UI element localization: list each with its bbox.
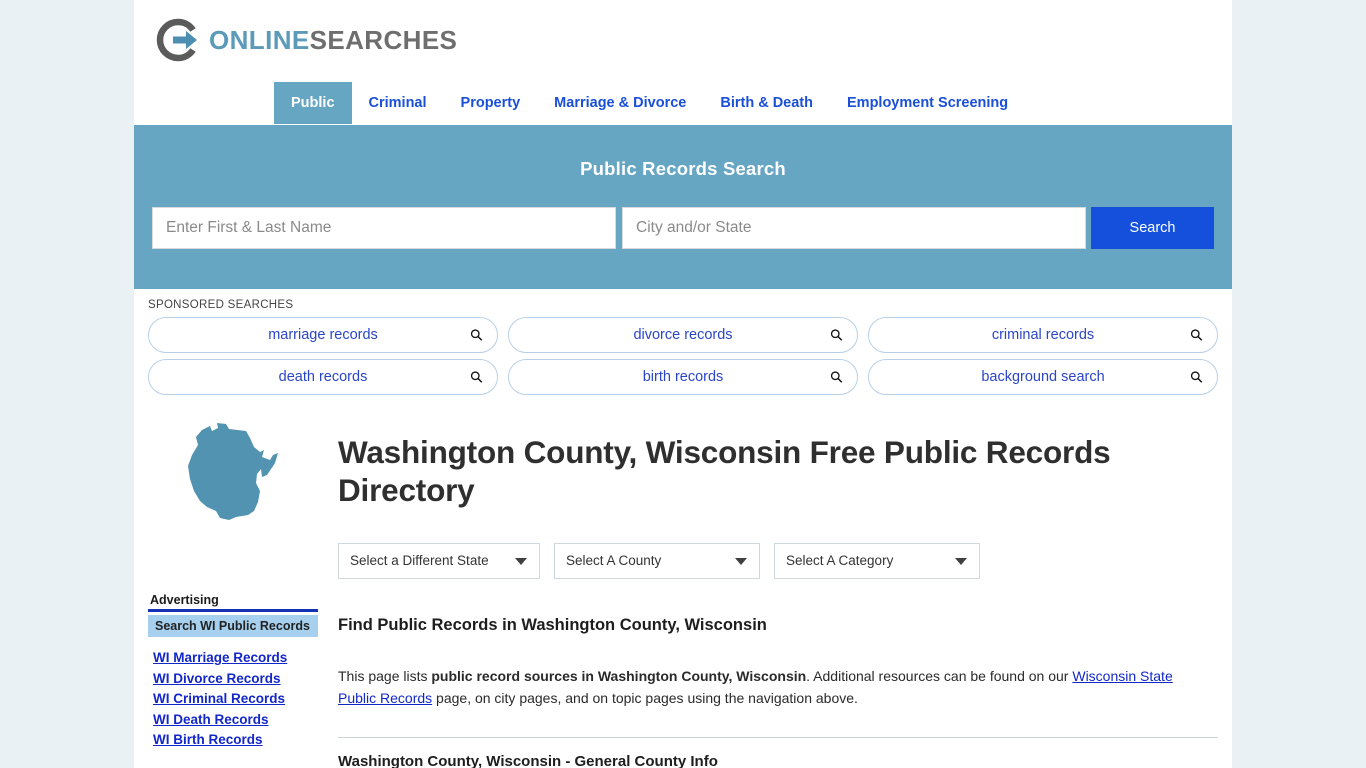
intro-paragraph: This page lists public record sources in… <box>338 665 1183 709</box>
section-heading: Find Public Records in Washington County… <box>338 615 767 634</box>
sponsored-pill-criminal-records[interactable]: criminal records <box>868 317 1218 353</box>
primary-navigation: Public Criminal Property Marriage & Divo… <box>134 82 1232 125</box>
general-county-info-heading: Washington County, Wisconsin - General C… <box>338 752 718 768</box>
nav-tab-public[interactable]: Public <box>274 82 352 124</box>
sponsored-pill-label: criminal records <box>991 327 1095 343</box>
main-article: Washington County, Wisconsin Free Public… <box>324 415 1232 768</box>
chevron-down-icon <box>515 557 527 565</box>
search-icon <box>1190 329 1203 341</box>
logo-word-online: ONLINE <box>209 25 310 55</box>
logo-wordmark: ONLINESEARCHES <box>209 27 457 53</box>
search-form: Search <box>152 207 1215 249</box>
select-county-label: Select A County <box>566 553 662 569</box>
wisconsin-state-map-icon <box>188 423 278 520</box>
search-wi-public-records-box[interactable]: Search WI Public Records <box>148 615 318 637</box>
sponsored-pill-label: birth records <box>642 369 724 385</box>
sponsored-pill-death-records[interactable]: death records <box>148 359 498 395</box>
select-category-label: Select A Category <box>786 553 894 569</box>
advertising-heading: Advertising <box>148 593 318 612</box>
sponsored-pill-label: marriage records <box>268 327 378 343</box>
paragraph-part-2: . Additional resources can be found on o… <box>806 667 1073 684</box>
city-state-search-input[interactable] <box>622 207 1087 249</box>
paragraph-part-3: page, on city pages, and on topic pages … <box>432 689 858 706</box>
sidebar-link-wi-death-records[interactable]: WI Death Records <box>153 710 318 731</box>
search-button[interactable]: Search <box>1091 207 1215 249</box>
public-records-search-banner: Public Records Search Search <box>134 125 1232 289</box>
main-layout: Advertising Search WI Public Records WI … <box>134 401 1232 768</box>
sidebar-link-wi-birth-records[interactable]: WI Birth Records <box>153 730 318 751</box>
content-container: ONLINESEARCHES Public Criminal Property … <box>134 0 1232 768</box>
sponsored-pill-birth-records[interactable]: birth records <box>508 359 858 395</box>
logo-word-searches: SEARCHES <box>309 25 458 55</box>
sponsored-pill-background-search[interactable]: background search <box>868 359 1218 395</box>
nav-tab-property[interactable]: Property <box>444 82 538 124</box>
sponsored-pill-divorce-records[interactable]: divorce records <box>508 317 858 353</box>
site-logo[interactable]: ONLINESEARCHES <box>156 18 1232 62</box>
paragraph-part-1: This page lists <box>338 667 432 684</box>
nav-tab-birth-death[interactable]: Birth & Death <box>703 82 830 124</box>
page-root: ONLINESEARCHES Public Criminal Property … <box>0 0 1366 768</box>
search-icon <box>1190 371 1203 383</box>
section-divider <box>338 736 1218 738</box>
banner-title: Public Records Search <box>580 158 786 179</box>
sponsored-pill-label: death records <box>278 369 368 385</box>
paragraph-bold-1: public record sources in Washington Coun… <box>431 667 807 684</box>
search-icon <box>470 329 483 341</box>
sponsored-row-2: death records birth records background s… <box>148 359 1218 395</box>
sidebar-ad-links: WI Marriage Records WI Divorce Records W… <box>148 648 318 751</box>
select-state-dropdown[interactable]: Select a Different State <box>338 542 540 579</box>
circle-arrow-logo-icon <box>156 18 197 62</box>
sponsored-pill-marriage-records[interactable]: marriage records <box>148 317 498 353</box>
sponsored-row-1: marriage records divorce records crimina… <box>148 317 1218 353</box>
select-category-dropdown[interactable]: Select A Category <box>774 542 980 579</box>
select-county-dropdown[interactable]: Select A County <box>554 542 760 579</box>
search-icon <box>830 329 843 341</box>
nav-tab-employment-screening[interactable]: Employment Screening <box>830 82 1025 124</box>
select-state-label: Select a Different State <box>350 553 489 569</box>
chevron-down-icon <box>955 557 967 565</box>
sidebar-link-wi-divorce-records[interactable]: WI Divorce Records <box>153 669 318 690</box>
sponsored-searches-section: SPONSORED SEARCHES marriage records divo… <box>134 289 1232 395</box>
nav-tab-criminal[interactable]: Criminal <box>352 82 444 124</box>
sponsored-searches-label: SPONSORED SEARCHES <box>148 299 294 311</box>
name-search-input[interactable] <box>152 207 617 249</box>
filter-dropdowns: Select a Different State Select A County… <box>338 542 1224 579</box>
sidebar-link-wi-criminal-records[interactable]: WI Criminal Records <box>153 689 318 710</box>
nav-tab-marriage-divorce[interactable]: Marriage & Divorce <box>537 82 703 124</box>
left-sidebar: Advertising Search WI Public Records WI … <box>134 415 324 768</box>
state-icon-container <box>148 415 318 565</box>
site-header: ONLINESEARCHES <box>134 0 1232 82</box>
sidebar-link-wi-marriage-records[interactable]: WI Marriage Records <box>153 648 318 669</box>
sponsored-pill-label: background search <box>981 369 1105 385</box>
search-icon <box>830 371 843 383</box>
sponsored-pill-label: divorce records <box>633 327 733 343</box>
chevron-down-icon <box>735 557 747 565</box>
search-icon <box>470 371 483 383</box>
page-title: Washington County, Wisconsin Free Public… <box>338 434 1111 509</box>
